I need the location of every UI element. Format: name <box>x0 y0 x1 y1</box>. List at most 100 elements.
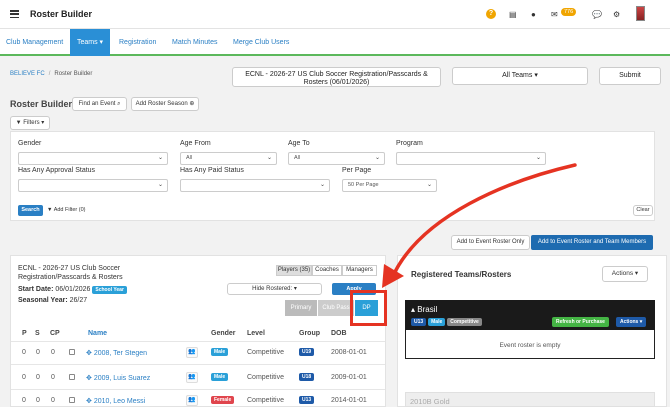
gender-label: Gender <box>18 140 42 147</box>
add-filter-label: Add Filter (0) <box>53 207 86 213</box>
cell-cp: 0 <box>51 349 55 356</box>
gender-tag: Female <box>211 396 235 404</box>
clear-button[interactable]: Clear <box>633 205 653 216</box>
nav-match-minutes[interactable]: Match Minutes <box>166 29 224 56</box>
add-roster-season-label: Add Roster Season <box>135 101 188 107</box>
move-icon[interactable]: ✥ <box>86 398 92 405</box>
age-to-label: Age To <box>288 140 310 147</box>
per-page-label: Per Page <box>342 167 372 174</box>
gender-tag-container: Female <box>211 396 235 404</box>
gear-icon[interactable]: ⚙ <box>613 10 620 19</box>
row-checkbox[interactable] <box>69 374 75 380</box>
chevron-down-icon: ⌄ <box>157 155 163 161</box>
cell-dob: 2008-01-01 <box>331 349 367 356</box>
arrow-head <box>382 264 404 288</box>
hamburger-menu-icon[interactable] <box>10 10 19 18</box>
group-icon[interactable]: 👥 <box>186 395 198 406</box>
submit-button[interactable]: Submit <box>599 67 661 85</box>
cell-p: 0 <box>22 374 26 381</box>
add-filter-button[interactable]: ▼ Add Filter (0) <box>47 207 85 213</box>
move-icon[interactable]: ✥ <box>86 375 92 382</box>
filters-toggle-button[interactable]: ▼ Filters ▾ <box>10 116 50 130</box>
app-title: Roster Builder <box>30 9 93 19</box>
tab-coaches[interactable]: Coaches <box>312 265 342 276</box>
user-icon[interactable]: ● <box>531 10 536 19</box>
pass-tab-primary[interactable]: Primary <box>285 300 317 316</box>
chat-icon[interactable]: 💬 <box>592 10 602 19</box>
table-row <box>11 364 385 387</box>
age-from-select[interactable]: All ⌄ <box>180 152 277 165</box>
approval-status-select[interactable]: ⌄ <box>18 179 168 192</box>
seasonal-year-label: Seasonal Year: <box>18 297 68 304</box>
paid-status-label: Has Any Paid Status <box>180 167 244 174</box>
team-age-tag: U13 <box>411 318 427 326</box>
nav-merge-club-users[interactable]: Merge Club Users <box>227 29 295 56</box>
col-header-name[interactable]: Name <box>88 330 107 337</box>
add-roster-season-button[interactable]: Add Roster Season ⊕ <box>131 97 199 111</box>
start-date-value: 06/01/2026 <box>55 286 91 293</box>
mail-icon[interactable]: ✉ <box>551 10 558 19</box>
player-name-link[interactable]: ✥ 2009, Luis Suarez <box>86 374 150 382</box>
seasonal-year-row: Seasonal Year: 26/27 <box>18 297 87 304</box>
event-select[interactable]: ECNL - 2026-27 US Club Soccer Registrati… <box>232 67 441 87</box>
cell-p: 0 <box>22 349 26 356</box>
teams-select[interactable]: All Teams ▾ <box>452 67 588 85</box>
refresh-purchase-button[interactable]: Refresh or Purchase <box>552 317 609 327</box>
tab-players[interactable]: Players (35) <box>276 265 312 276</box>
row-checkbox[interactable] <box>69 397 75 403</box>
gender-select[interactable]: ⌄ <box>18 152 168 165</box>
player-name-link[interactable]: ✥ 2008, Ter Stegen <box>86 349 147 357</box>
event-select-line1: ECNL - 2026-27 US Club Soccer Registrati… <box>245 71 428 78</box>
registered-actions-button[interactable]: Actions ▾ <box>602 266 648 282</box>
start-date-label: Start Date: <box>18 286 54 293</box>
breadcrumb-root[interactable]: BELIEVE FC <box>10 71 45 77</box>
hide-rostered-label: Hide Rostered: <box>252 286 293 292</box>
group-tag: U19 <box>299 348 315 356</box>
plus-circle-icon: ⊕ <box>189 101 195 107</box>
col-header-dob[interactable]: DOB <box>331 330 347 337</box>
col-header-group[interactable]: Group <box>299 330 320 337</box>
team-actions-button[interactable]: Actions ▾ <box>616 317 647 327</box>
nav-club-management[interactable]: Club Management <box>0 29 69 56</box>
col-header-p[interactable]: P <box>22 330 27 337</box>
player-name-link[interactable]: ✥ 2010, Leo Messi <box>86 397 145 405</box>
team-name: Brasil <box>417 305 438 314</box>
row-checkbox[interactable] <box>69 349 75 355</box>
next-team-name[interactable]: 2010B Gold <box>410 397 450 406</box>
cell-level: Competitive <box>247 374 284 381</box>
filter-icon: ▼ <box>47 207 53 213</box>
hide-rostered-select[interactable]: Hide Rostered: ▾ <box>227 283 322 295</box>
cell-cp: 0 <box>51 397 55 404</box>
chevron-down-icon: ⌄ <box>319 182 325 188</box>
col-header-s[interactable]: S <box>35 330 40 337</box>
search-button[interactable]: Search <box>18 205 43 216</box>
col-header-cp[interactable]: CP <box>50 330 60 337</box>
event-panel-title-line1: ECNL - 2026-27 US Club Soccer <box>18 265 121 272</box>
paid-status-select[interactable]: ⌄ <box>180 179 330 192</box>
find-event-button[interactable]: Find an Event ⌕ <box>72 97 127 111</box>
age-from-value: All <box>186 155 193 161</box>
filters-label: Filters ▾ <box>23 120 45 126</box>
pass-tab-club-pass[interactable]: Club Pass <box>318 300 354 316</box>
col-header-gender[interactable]: Gender <box>211 330 236 337</box>
group-icon[interactable]: 👥 <box>186 347 198 358</box>
find-event-label: Find an Event <box>78 101 116 107</box>
chevron-down-icon: ⌄ <box>266 155 272 161</box>
club-logo-avatar[interactable] <box>636 6 645 21</box>
gender-tag-container: Male <box>211 373 229 381</box>
help-icon[interactable]: ? <box>486 9 496 19</box>
annotation-arrow <box>382 163 577 288</box>
nav-registration[interactable]: Registration <box>113 29 162 56</box>
cell-level: Competitive <box>247 397 284 404</box>
col-header-level[interactable]: Level <box>247 330 265 337</box>
nav-teams[interactable]: Teams ▾ <box>70 29 110 56</box>
move-icon[interactable]: ✥ <box>86 350 92 357</box>
group-icon[interactable]: 👥 <box>186 372 198 383</box>
collapse-icon[interactable]: ▴ <box>411 305 415 314</box>
school-year-tag: School Year <box>92 286 127 294</box>
team-gender-tag: Male <box>428 318 446 326</box>
team-level-tag: Competitive <box>447 318 482 326</box>
player-name: 2010, Leo Messi <box>93 398 146 405</box>
list-icon[interactable]: ▤ <box>509 10 517 19</box>
cell-dob: 2014-01-01 <box>331 397 367 404</box>
